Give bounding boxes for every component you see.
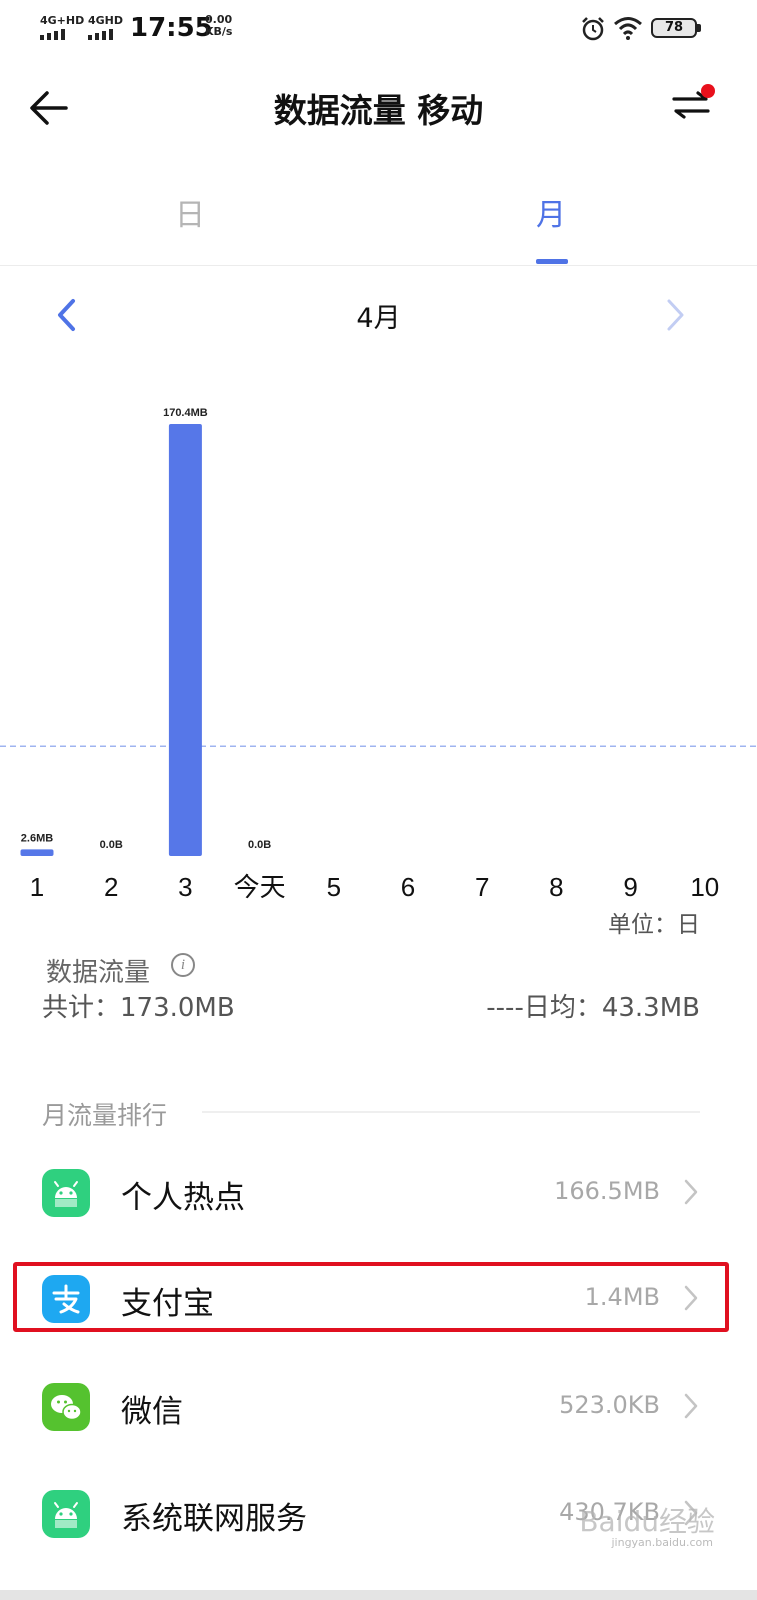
watermark-url: jingyan.baidu.com [611,1536,713,1549]
x-tick-label: 7 [475,872,489,902]
highlight-box [13,1262,729,1332]
chart-bar [20,849,54,856]
android-icon [42,1490,90,1538]
watermark: Baidu经验 [579,1505,715,1538]
wifi-icon [614,17,642,40]
chevron-right-icon[interactable] [664,298,688,332]
summary-title: 数据流量 [46,958,151,988]
chart-bar [168,424,202,856]
network-speed: 0.00 KB/s [205,14,232,38]
app-name: 微信 [121,1394,183,1430]
x-tick-label: 6 [401,872,415,902]
month-label: 4月 [356,303,401,334]
chevron-right-icon [684,1393,698,1419]
tab-day[interactable]: 日 [175,190,205,234]
speed-unit: KB/s [205,25,233,38]
app-usage: 166.5MB [554,1177,660,1205]
battery-level: 78 [664,20,684,35]
app-usage: 523.0KB [559,1391,660,1419]
page-title: 数据流量 移动 [273,91,484,130]
app-name: 个人热点 [121,1180,245,1216]
total-usage: 共计：173.0MB [42,993,235,1023]
notification-dot [701,84,715,98]
tab-divider [0,265,757,266]
info-icon[interactable]: i [171,953,195,977]
data-label: 170.4MB [163,407,208,419]
x-tick-label: 2 [104,872,118,902]
data-label: 0.0B [100,839,123,851]
tab-selected-indicator [536,259,568,264]
x-tick-label: 5 [327,872,341,902]
daily-average: ----日均：43.3MB [486,993,700,1023]
signal-bars-icon [88,29,123,40]
x-tick-label: 今天 [234,872,286,902]
bar-chart: 2.6MB 1 0.0B 2 170.4MB 3 0.0B 今天 5 6 7 8 9 10 [0,407,757,902]
signal-bars-icon [40,29,84,40]
status-time: 17:55 [130,13,213,43]
swap-arrows-icon[interactable] [670,82,718,128]
x-tick-label: 10 [690,872,719,902]
tab-month[interactable]: 月 [536,190,566,234]
app-name: 系统联网服务 [121,1501,307,1537]
data-label: 0.0B [248,839,271,851]
section-divider [202,1111,700,1113]
battery-indicator: 78 [651,18,697,38]
unit-label: 单位：日 [608,912,700,938]
monthly-usage-chart: 2.6MB 1 0.0B 2 170.4MB 3 0.0B 今天 5 6 7 8 9 10 [0,380,757,920]
battery-tip [697,24,701,32]
data-label: 2.6MB [21,832,53,844]
signal-sim2: 4GHD [88,14,123,40]
x-tick-label: 1 [30,872,44,902]
x-tick-label: 3 [178,872,192,902]
android-icon [42,1169,90,1217]
alarm-icon [582,17,604,41]
network-type-sim1: 4G+HD [40,14,85,27]
status-bar: 4G+HD 4GHD 17:55 0.00 KB/s 78 [0,0,757,60]
chevron-right-icon [684,1179,698,1205]
x-tick-label: 8 [549,872,563,902]
list-item-hotspot[interactable]: 个人热点 166.5MB [0,1144,757,1244]
wechat-icon [42,1383,90,1431]
bottom-bar [0,1590,757,1600]
ranking-title: 月流量排行 [42,1101,168,1130]
signal-sim1: 4G+HD [40,14,84,40]
list-item-wechat[interactable]: 微信 523.0KB [0,1358,757,1458]
x-tick-label: 9 [623,872,637,902]
network-type-sim2: 4GHD [88,14,124,27]
